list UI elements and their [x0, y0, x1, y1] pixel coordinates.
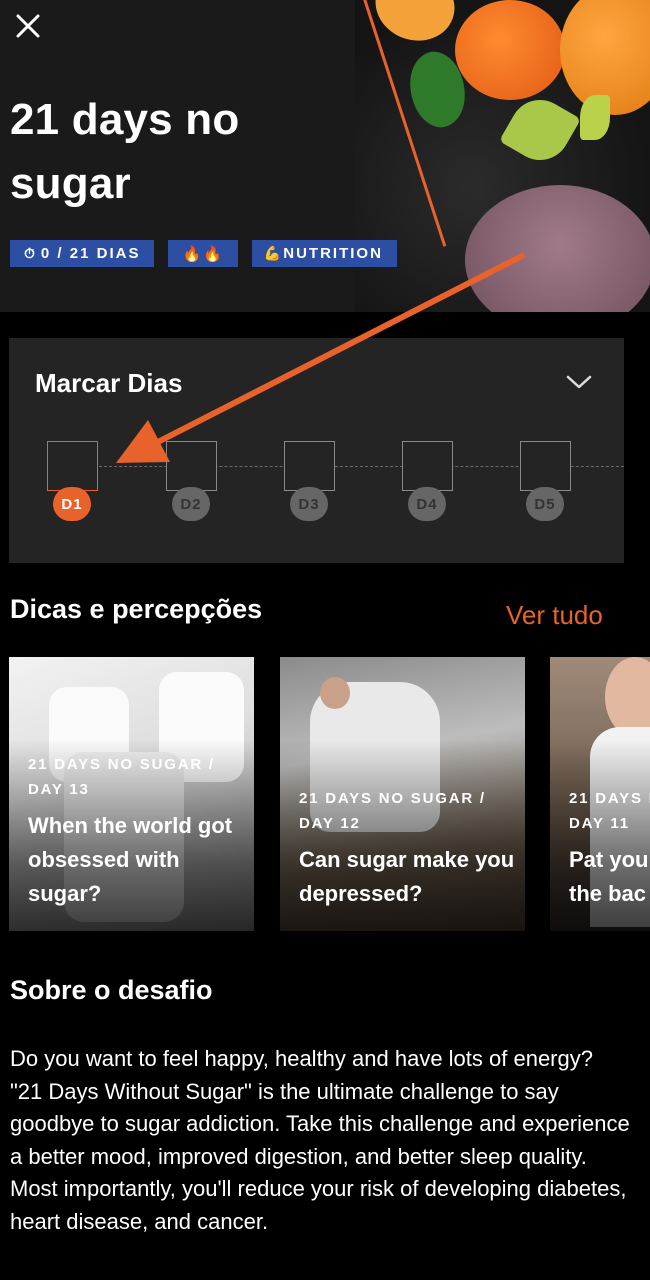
- day-tracker-title: Marcar Dias: [35, 368, 183, 398]
- day-checkbox-d1[interactable]: [47, 441, 98, 491]
- badge-row: ⏱ 0 / 21 DIAS 🔥🔥 💪 NUTRITION: [10, 240, 397, 267]
- about-description: Do you want to feel happy, healthy and h…: [10, 1046, 630, 1234]
- hero-banner: 21 days no sugar ⏱ 0 / 21 DIAS 🔥🔥 💪 NUTR…: [0, 0, 650, 312]
- day-label-d1: D1: [53, 487, 91, 521]
- category-badge-text: NUTRITION: [283, 245, 383, 262]
- chevron-down-icon[interactable]: [565, 372, 593, 392]
- difficulty-badge: 🔥🔥: [168, 240, 238, 267]
- day-checkbox-d5[interactable]: [520, 441, 571, 491]
- tip-card[interactable]: 21 DAYS NO SUGAR / DAY 11 Pat you the ba…: [550, 657, 650, 931]
- tip-card-headline: Pat you the bac: [569, 847, 649, 906]
- progress-badge-text: 0 / 21 DIAS: [40, 245, 141, 262]
- day-checkbox-d4[interactable]: [402, 441, 453, 491]
- tip-card-kicker: 21 DAYS NO SUGAR / DAY 12: [299, 790, 486, 832]
- progress-badge: ⏱ 0 / 21 DIAS: [10, 240, 155, 267]
- tip-card-headline: Can sugar make you depressed?: [299, 847, 515, 906]
- hero-image: [355, 0, 650, 312]
- day-tracker-card: Marcar Dias D1 D2 D3 D4 D5: [9, 338, 624, 563]
- fire-icon: 🔥🔥: [182, 245, 224, 263]
- stopwatch-icon: ⏱: [24, 245, 35, 261]
- day-label-d3: D3: [290, 487, 328, 521]
- day-checkbox-d3[interactable]: [284, 441, 335, 491]
- tip-card[interactable]: 21 DAYS NO SUGAR / DAY 12 Can sugar make…: [280, 657, 525, 931]
- category-badge: 💪 NUTRITION: [251, 240, 397, 267]
- tip-card[interactable]: 21 DAYS NO SUGAR / DAY 13 When the world…: [9, 657, 254, 931]
- muscle-icon: 💪: [263, 245, 282, 261]
- challenge-screen: 21 days no sugar ⏱ 0 / 21 DIAS 🔥🔥 💪 NUTR…: [0, 0, 650, 1280]
- challenge-title: 21 days no sugar: [10, 95, 240, 208]
- day-label-d4: D4: [408, 487, 446, 521]
- see-all-link[interactable]: Ver tudo: [506, 600, 603, 631]
- tip-card-headline: When the world got obsessed with sugar?: [28, 813, 233, 906]
- day-checkbox-d2[interactable]: [166, 441, 217, 491]
- about-section-title: Sobre o desafio: [10, 975, 213, 1005]
- tip-card-kicker: 21 DAYS NO SUGAR / DAY 11: [569, 790, 650, 832]
- close-icon: [16, 14, 40, 38]
- tip-card-kicker: 21 DAYS NO SUGAR / DAY 13: [28, 756, 215, 798]
- tips-section-title: Dicas e percepções: [10, 594, 263, 624]
- close-button[interactable]: [8, 6, 48, 46]
- tips-carousel[interactable]: 21 DAYS NO SUGAR / DAY 13 When the world…: [0, 657, 650, 931]
- day-label-d5: D5: [526, 487, 564, 521]
- day-label-d2: D2: [172, 487, 210, 521]
